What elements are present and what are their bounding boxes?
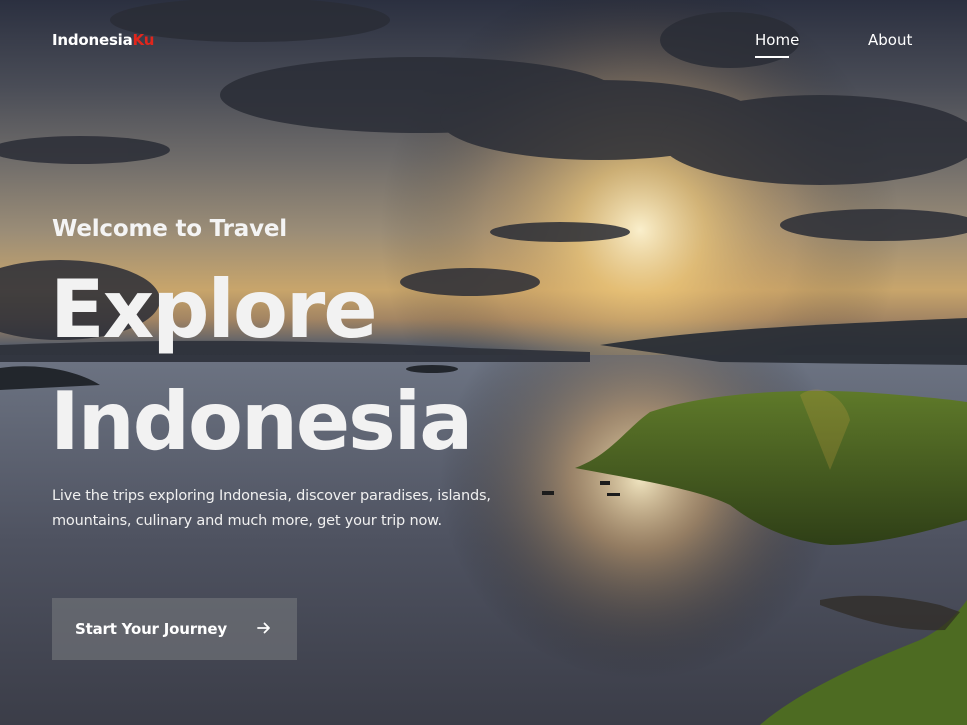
hero-headline-line2: Indonesia — [50, 375, 473, 468]
navbar: IndonesiaKu Home About — [0, 0, 967, 80]
arrow-right-icon — [257, 622, 270, 634]
nav-link-about[interactable]: About — [868, 31, 912, 49]
brand-accent: Ku — [132, 31, 155, 49]
brand-name: Indonesia — [52, 31, 133, 49]
hero-welcome-text: Welcome to Travel — [52, 216, 287, 242]
hero-description: Live the trips exploring Indonesia, disc… — [52, 488, 491, 529]
nav-link-home[interactable]: Home — [755, 31, 799, 49]
active-nav-indicator — [755, 56, 789, 58]
hero-headline-line1: Explore — [50, 263, 378, 356]
brand-logo[interactable]: IndonesiaKu — [52, 31, 154, 49]
start-journey-label: Start Your Journey — [75, 620, 227, 638]
start-journey-button[interactable]: Start Your Journey — [52, 598, 297, 660]
